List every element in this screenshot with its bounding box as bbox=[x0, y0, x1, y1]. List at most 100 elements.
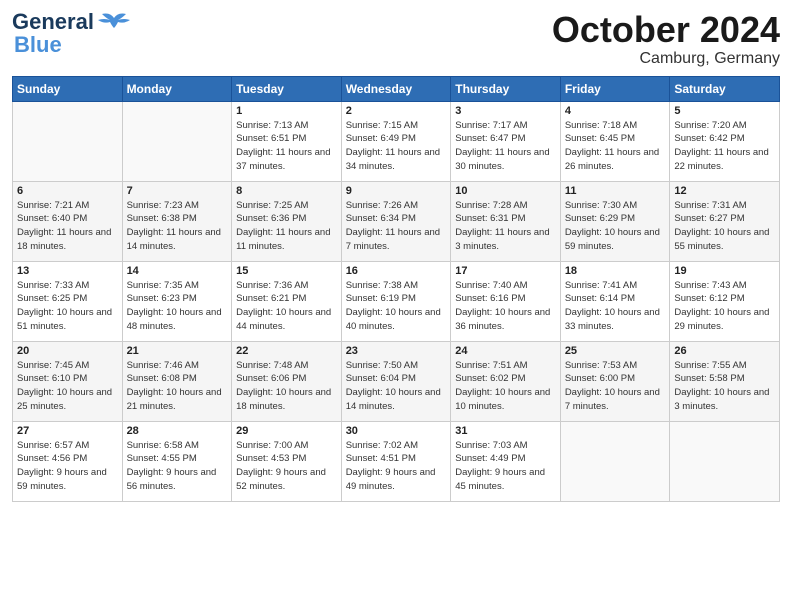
calendar-cell: 31 Sunrise: 7:03 AM Sunset: 4:49 PM Dayli… bbox=[451, 421, 561, 501]
day-number: 5 bbox=[674, 105, 775, 117]
weekday-header-cell: Tuesday bbox=[232, 76, 342, 101]
day-info: Sunrise: 7:43 AM Sunset: 6:12 PM Dayligh… bbox=[674, 279, 775, 334]
day-info: Sunrise: 7:23 AM Sunset: 6:38 PM Dayligh… bbox=[127, 199, 228, 254]
day-number: 7 bbox=[127, 185, 228, 197]
calendar-cell: 1 Sunrise: 7:13 AM Sunset: 6:51 PM Daylig… bbox=[232, 101, 342, 181]
day-info: Sunrise: 7:50 AM Sunset: 6:04 PM Dayligh… bbox=[346, 359, 447, 414]
calendar-cell: 13 Sunrise: 7:33 AM Sunset: 6:25 PM Dayli… bbox=[13, 261, 123, 341]
calendar-cell: 25 Sunrise: 7:53 AM Sunset: 6:00 PM Dayli… bbox=[560, 341, 670, 421]
day-info: Sunrise: 7:36 AM Sunset: 6:21 PM Dayligh… bbox=[236, 279, 337, 334]
calendar-week-row: 27Sunrise: 6:57 AM Sunset: 4:56 PM Dayli… bbox=[13, 421, 780, 501]
calendar-cell: 8 Sunrise: 7:25 AM Sunset: 6:36 PM Daylig… bbox=[232, 181, 342, 261]
day-info: Sunrise: 7:35 AM Sunset: 6:23 PM Dayligh… bbox=[127, 279, 228, 334]
calendar-cell: 10 Sunrise: 7:28 AM Sunset: 6:31 PM Dayli… bbox=[451, 181, 561, 261]
day-number: 26 bbox=[674, 345, 775, 357]
calendar-cell: 5 Sunrise: 7:20 AM Sunset: 6:42 PM Daylig… bbox=[670, 101, 780, 181]
day-info: Sunrise: 7:20 AM Sunset: 6:42 PM Dayligh… bbox=[674, 119, 775, 174]
day-info: Sunrise: 7:31 AM Sunset: 6:27 PM Dayligh… bbox=[674, 199, 775, 254]
calendar-cell: 11Sunrise: 7:30 AM Sunset: 6:29 PM Dayli… bbox=[560, 181, 670, 261]
day-info: Sunrise: 7:28 AM Sunset: 6:31 PM Dayligh… bbox=[455, 199, 556, 254]
calendar-cell: 24 Sunrise: 7:51 AM Sunset: 6:02 PM Dayli… bbox=[451, 341, 561, 421]
day-number: 10 bbox=[455, 185, 556, 197]
calendar-week-row: 6 Sunrise: 7:21 AM Sunset: 6:40 PM Daylig… bbox=[13, 181, 780, 261]
day-number: 4 bbox=[565, 105, 666, 117]
day-number: 8 bbox=[236, 185, 337, 197]
day-number: 25 bbox=[565, 345, 666, 357]
calendar-cell: 16 Sunrise: 7:38 AM Sunset: 6:19 PM Dayli… bbox=[341, 261, 451, 341]
calendar-cell: 17 Sunrise: 7:40 AM Sunset: 6:16 PM Dayli… bbox=[451, 261, 561, 341]
calendar-body: 1 Sunrise: 7:13 AM Sunset: 6:51 PM Daylig… bbox=[13, 101, 780, 501]
day-info: Sunrise: 7:51 AM Sunset: 6:02 PM Dayligh… bbox=[455, 359, 556, 414]
calendar-cell bbox=[13, 101, 123, 181]
day-info: Sunrise: 7:40 AM Sunset: 6:16 PM Dayligh… bbox=[455, 279, 556, 334]
weekday-header-row: SundayMondayTuesdayWednesdayThursdayFrid… bbox=[13, 76, 780, 101]
calendar-cell: 3 Sunrise: 7:17 AM Sunset: 6:47 PM Daylig… bbox=[451, 101, 561, 181]
day-info: Sunrise: 7:18 AM Sunset: 6:45 PM Dayligh… bbox=[565, 119, 666, 174]
calendar-week-row: 1 Sunrise: 7:13 AM Sunset: 6:51 PM Daylig… bbox=[13, 101, 780, 181]
page-container: General Blue October 2024 Camburg, Germa… bbox=[0, 0, 792, 512]
day-info: Sunrise: 6:58 AM Sunset: 4:55 PM Dayligh… bbox=[127, 439, 228, 494]
day-number: 31 bbox=[455, 425, 556, 437]
day-number: 22 bbox=[236, 345, 337, 357]
day-number: 24 bbox=[455, 345, 556, 357]
day-number: 3 bbox=[455, 105, 556, 117]
day-number: 23 bbox=[346, 345, 447, 357]
day-number: 15 bbox=[236, 265, 337, 277]
day-info: Sunrise: 7:00 AM Sunset: 4:53 PM Dayligh… bbox=[236, 439, 337, 494]
day-info: Sunrise: 6:57 AM Sunset: 4:56 PM Dayligh… bbox=[17, 439, 118, 494]
day-number: 30 bbox=[346, 425, 447, 437]
day-number: 21 bbox=[127, 345, 228, 357]
calendar-week-row: 13 Sunrise: 7:33 AM Sunset: 6:25 PM Dayli… bbox=[13, 261, 780, 341]
day-number: 9 bbox=[346, 185, 447, 197]
calendar-cell: 23 Sunrise: 7:50 AM Sunset: 6:04 PM Dayli… bbox=[341, 341, 451, 421]
day-info: Sunrise: 7:53 AM Sunset: 6:00 PM Dayligh… bbox=[565, 359, 666, 414]
day-number: 18 bbox=[565, 265, 666, 277]
day-number: 29 bbox=[236, 425, 337, 437]
header: General Blue October 2024 Camburg, Germa… bbox=[12, 10, 780, 68]
day-info: Sunrise: 7:02 AM Sunset: 4:51 PM Dayligh… bbox=[346, 439, 447, 494]
calendar-cell: 7 Sunrise: 7:23 AM Sunset: 6:38 PM Daylig… bbox=[122, 181, 232, 261]
logo-blue: Blue bbox=[14, 34, 62, 56]
day-number: 17 bbox=[455, 265, 556, 277]
day-info: Sunrise: 7:33 AM Sunset: 6:25 PM Dayligh… bbox=[17, 279, 118, 334]
calendar-cell: 20 Sunrise: 7:45 AM Sunset: 6:10 PM Dayli… bbox=[13, 341, 123, 421]
calendar-cell bbox=[122, 101, 232, 181]
day-number: 12 bbox=[674, 185, 775, 197]
calendar-cell: 18 Sunrise: 7:41 AM Sunset: 6:14 PM Dayli… bbox=[560, 261, 670, 341]
day-number: 19 bbox=[674, 265, 775, 277]
calendar-cell: 22 Sunrise: 7:48 AM Sunset: 6:06 PM Dayli… bbox=[232, 341, 342, 421]
logo: General Blue bbox=[12, 10, 132, 56]
calendar-cell: 4 Sunrise: 7:18 AM Sunset: 6:45 PM Daylig… bbox=[560, 101, 670, 181]
calendar-cell: 15 Sunrise: 7:36 AM Sunset: 6:21 PM Dayli… bbox=[232, 261, 342, 341]
calendar-cell bbox=[670, 421, 780, 501]
day-info: Sunrise: 7:26 AM Sunset: 6:34 PM Dayligh… bbox=[346, 199, 447, 254]
day-info: Sunrise: 7:41 AM Sunset: 6:14 PM Dayligh… bbox=[565, 279, 666, 334]
day-info: Sunrise: 7:55 AM Sunset: 5:58 PM Dayligh… bbox=[674, 359, 775, 414]
day-info: Sunrise: 7:13 AM Sunset: 6:51 PM Dayligh… bbox=[236, 119, 337, 174]
location-subtitle: Camburg, Germany bbox=[552, 50, 780, 68]
day-info: Sunrise: 7:48 AM Sunset: 6:06 PM Dayligh… bbox=[236, 359, 337, 414]
day-number: 6 bbox=[17, 185, 118, 197]
day-info: Sunrise: 7:38 AM Sunset: 6:19 PM Dayligh… bbox=[346, 279, 447, 334]
calendar-cell: 27Sunrise: 6:57 AM Sunset: 4:56 PM Dayli… bbox=[13, 421, 123, 501]
weekday-header-cell: Sunday bbox=[13, 76, 123, 101]
day-info: Sunrise: 7:15 AM Sunset: 6:49 PM Dayligh… bbox=[346, 119, 447, 174]
month-title: October 2024 bbox=[552, 10, 780, 50]
day-info: Sunrise: 7:46 AM Sunset: 6:08 PM Dayligh… bbox=[127, 359, 228, 414]
day-number: 16 bbox=[346, 265, 447, 277]
day-number: 2 bbox=[346, 105, 447, 117]
day-info: Sunrise: 7:21 AM Sunset: 6:40 PM Dayligh… bbox=[17, 199, 118, 254]
day-info: Sunrise: 7:25 AM Sunset: 6:36 PM Dayligh… bbox=[236, 199, 337, 254]
day-info: Sunrise: 7:45 AM Sunset: 6:10 PM Dayligh… bbox=[17, 359, 118, 414]
day-number: 20 bbox=[17, 345, 118, 357]
weekday-header-cell: Wednesday bbox=[341, 76, 451, 101]
day-info: Sunrise: 7:17 AM Sunset: 6:47 PM Dayligh… bbox=[455, 119, 556, 174]
calendar-cell: 30 Sunrise: 7:02 AM Sunset: 4:51 PM Dayli… bbox=[341, 421, 451, 501]
weekday-header-cell: Friday bbox=[560, 76, 670, 101]
day-number: 13 bbox=[17, 265, 118, 277]
calendar-cell bbox=[560, 421, 670, 501]
day-number: 1 bbox=[236, 105, 337, 117]
day-number: 11 bbox=[565, 185, 666, 197]
calendar-cell: 12 Sunrise: 7:31 AM Sunset: 6:27 PM Dayli… bbox=[670, 181, 780, 261]
day-info: Sunrise: 7:03 AM Sunset: 4:49 PM Dayligh… bbox=[455, 439, 556, 494]
